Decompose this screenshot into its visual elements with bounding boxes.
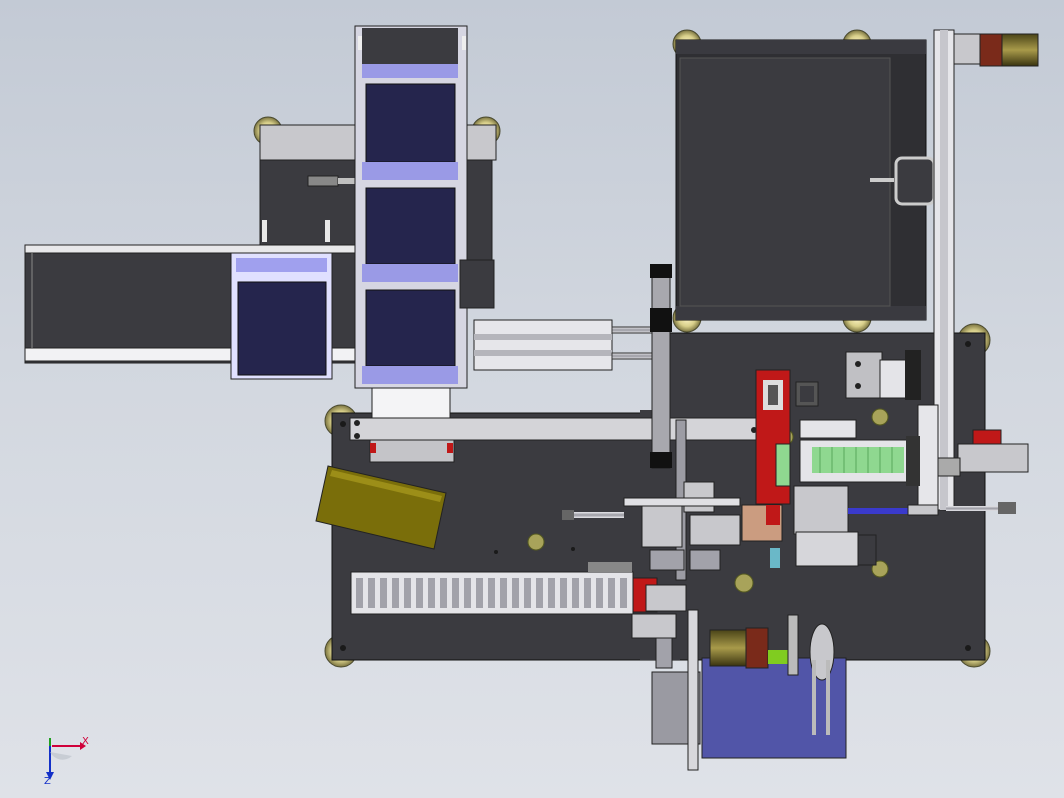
cad-viewport[interactable] [0,0,1064,798]
brown-slider[interactable] [741,504,783,542]
upper-right-cabinet [675,39,936,321]
vertical-post [650,264,672,469]
triad-x-label: X [82,736,89,747]
push-cylinder[interactable] [473,319,658,371]
conveyor-tray[interactable] [230,252,333,380]
top-motor[interactable] [953,33,1039,67]
axis-triad [46,738,86,780]
track-slots [356,578,627,608]
triad-y-label: Z [44,776,51,787]
